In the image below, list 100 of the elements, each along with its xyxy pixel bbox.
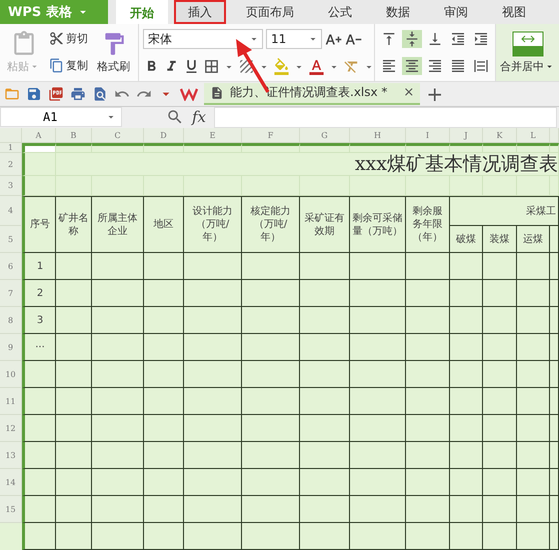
table-cell[interactable] — [144, 307, 184, 334]
copy-button[interactable]: 复制 — [47, 57, 90, 74]
table-cell[interactable] — [242, 523, 300, 550]
table-cell[interactable] — [56, 523, 92, 550]
table-cell[interactable] — [450, 496, 483, 523]
table-cell[interactable] — [300, 388, 350, 415]
fill-color-icon[interactable] — [273, 58, 290, 76]
table-cell[interactable] — [517, 469, 550, 496]
ribbon-tab[interactable]: 视图 — [488, 0, 540, 24]
table-cell[interactable] — [350, 280, 406, 307]
table-cell[interactable] — [300, 415, 350, 442]
merge-center-button[interactable]: 合并居中 — [496, 24, 559, 81]
table-cell[interactable] — [483, 361, 517, 388]
row-header[interactable]: 9 — [0, 334, 22, 361]
table-cell[interactable] — [242, 388, 300, 415]
table-cell[interactable] — [517, 388, 550, 415]
table-cell[interactable] — [184, 334, 242, 361]
table-cell[interactable] — [450, 253, 483, 280]
table-cell[interactable] — [450, 388, 483, 415]
table-cell[interactable] — [242, 415, 300, 442]
table-cell[interactable] — [92, 415, 144, 442]
table-cell[interactable]: 2 — [22, 280, 56, 307]
row-header[interactable]: 13 — [0, 442, 22, 469]
table-cell[interactable] — [483, 496, 517, 523]
table-cell[interactable] — [144, 388, 184, 415]
table-cell[interactable] — [242, 307, 300, 334]
borders-icon[interactable] — [203, 58, 220, 76]
table-cell[interactable] — [550, 388, 559, 415]
table-cell[interactable] — [350, 361, 406, 388]
table-cell[interactable] — [184, 523, 242, 550]
table-cell[interactable] — [550, 496, 559, 523]
table-cell[interactable] — [517, 415, 550, 442]
table-cell[interactable] — [242, 496, 300, 523]
table-cell[interactable] — [56, 496, 92, 523]
table-cell[interactable] — [483, 253, 517, 280]
column-header[interactable]: C — [92, 128, 144, 143]
table-cell[interactable] — [144, 442, 184, 469]
table-cell[interactable] — [350, 388, 406, 415]
ribbon-tab[interactable]: 页面布局 — [232, 0, 308, 24]
sheet-cell[interactable] — [22, 143, 56, 153]
table-cell[interactable] — [483, 280, 517, 307]
row-header[interactable]: 15 — [0, 496, 22, 523]
sheet-cell[interactable] — [550, 143, 559, 153]
table-cell[interactable] — [450, 334, 483, 361]
table-cell[interactable] — [517, 523, 550, 550]
table-cell[interactable] — [300, 469, 350, 496]
table-cell[interactable] — [517, 280, 550, 307]
table-cell[interactable] — [350, 307, 406, 334]
table-cell[interactable] — [406, 388, 450, 415]
font-size-field[interactable]: 11 — [266, 29, 322, 50]
table-cell[interactable] — [22, 361, 56, 388]
table-cell[interactable] — [406, 469, 450, 496]
table-cell[interactable] — [350, 415, 406, 442]
table-cell[interactable] — [92, 442, 144, 469]
table-cell[interactable] — [517, 334, 550, 361]
table-cell[interactable] — [300, 523, 350, 550]
table-cell[interactable] — [144, 469, 184, 496]
row-header[interactable]: 6 — [0, 253, 22, 280]
table-cell[interactable] — [350, 469, 406, 496]
table-cell[interactable] — [550, 523, 559, 550]
table-cell[interactable] — [406, 442, 450, 469]
row-header[interactable]: 11 — [0, 388, 22, 415]
column-header[interactable]: H — [350, 128, 406, 143]
pdf-icon[interactable] — [48, 86, 64, 102]
table-cell[interactable]: ··· — [22, 334, 56, 361]
row-header[interactable]: 2 — [0, 153, 22, 176]
table-cell[interactable] — [56, 415, 92, 442]
new-tab-button[interactable]: + — [426, 82, 444, 106]
sheet-cell[interactable] — [517, 143, 550, 153]
table-cell[interactable] — [184, 280, 242, 307]
table-cell[interactable] — [406, 253, 450, 280]
row-header[interactable]: 5 — [0, 226, 22, 253]
font-name-field[interactable]: 宋体 — [143, 29, 263, 50]
table-cell[interactable] — [144, 361, 184, 388]
save-icon[interactable] — [26, 86, 42, 102]
sheet-cell[interactable] — [144, 143, 184, 153]
formula-input[interactable] — [214, 106, 557, 128]
row-header[interactable]: 8 — [0, 307, 22, 334]
table-cell[interactable] — [550, 280, 559, 307]
table-cell[interactable] — [144, 415, 184, 442]
name-box[interactable]: A1 — [0, 107, 122, 128]
sheet-cell[interactable] — [300, 143, 350, 153]
sheet-cell[interactable] — [450, 143, 483, 153]
ribbon-tab[interactable]: 插入 — [174, 0, 226, 24]
table-cell[interactable] — [242, 469, 300, 496]
table-cell[interactable] — [242, 334, 300, 361]
table-cell[interactable] — [184, 442, 242, 469]
table-cell[interactable] — [550, 442, 559, 469]
table-cell[interactable] — [92, 388, 144, 415]
sheet-cell[interactable] — [350, 143, 406, 153]
table-cell[interactable] — [450, 280, 483, 307]
table-cell[interactable] — [517, 253, 550, 280]
table-cell[interactable] — [92, 523, 144, 550]
table-cell[interactable] — [22, 442, 56, 469]
table-cell[interactable] — [300, 253, 350, 280]
table-cell[interactable] — [350, 496, 406, 523]
ribbon-tab[interactable]: 数据 — [372, 0, 424, 24]
search-icon[interactable] — [166, 108, 184, 126]
align-center-button[interactable] — [402, 56, 422, 75]
table-cell[interactable] — [517, 307, 550, 334]
